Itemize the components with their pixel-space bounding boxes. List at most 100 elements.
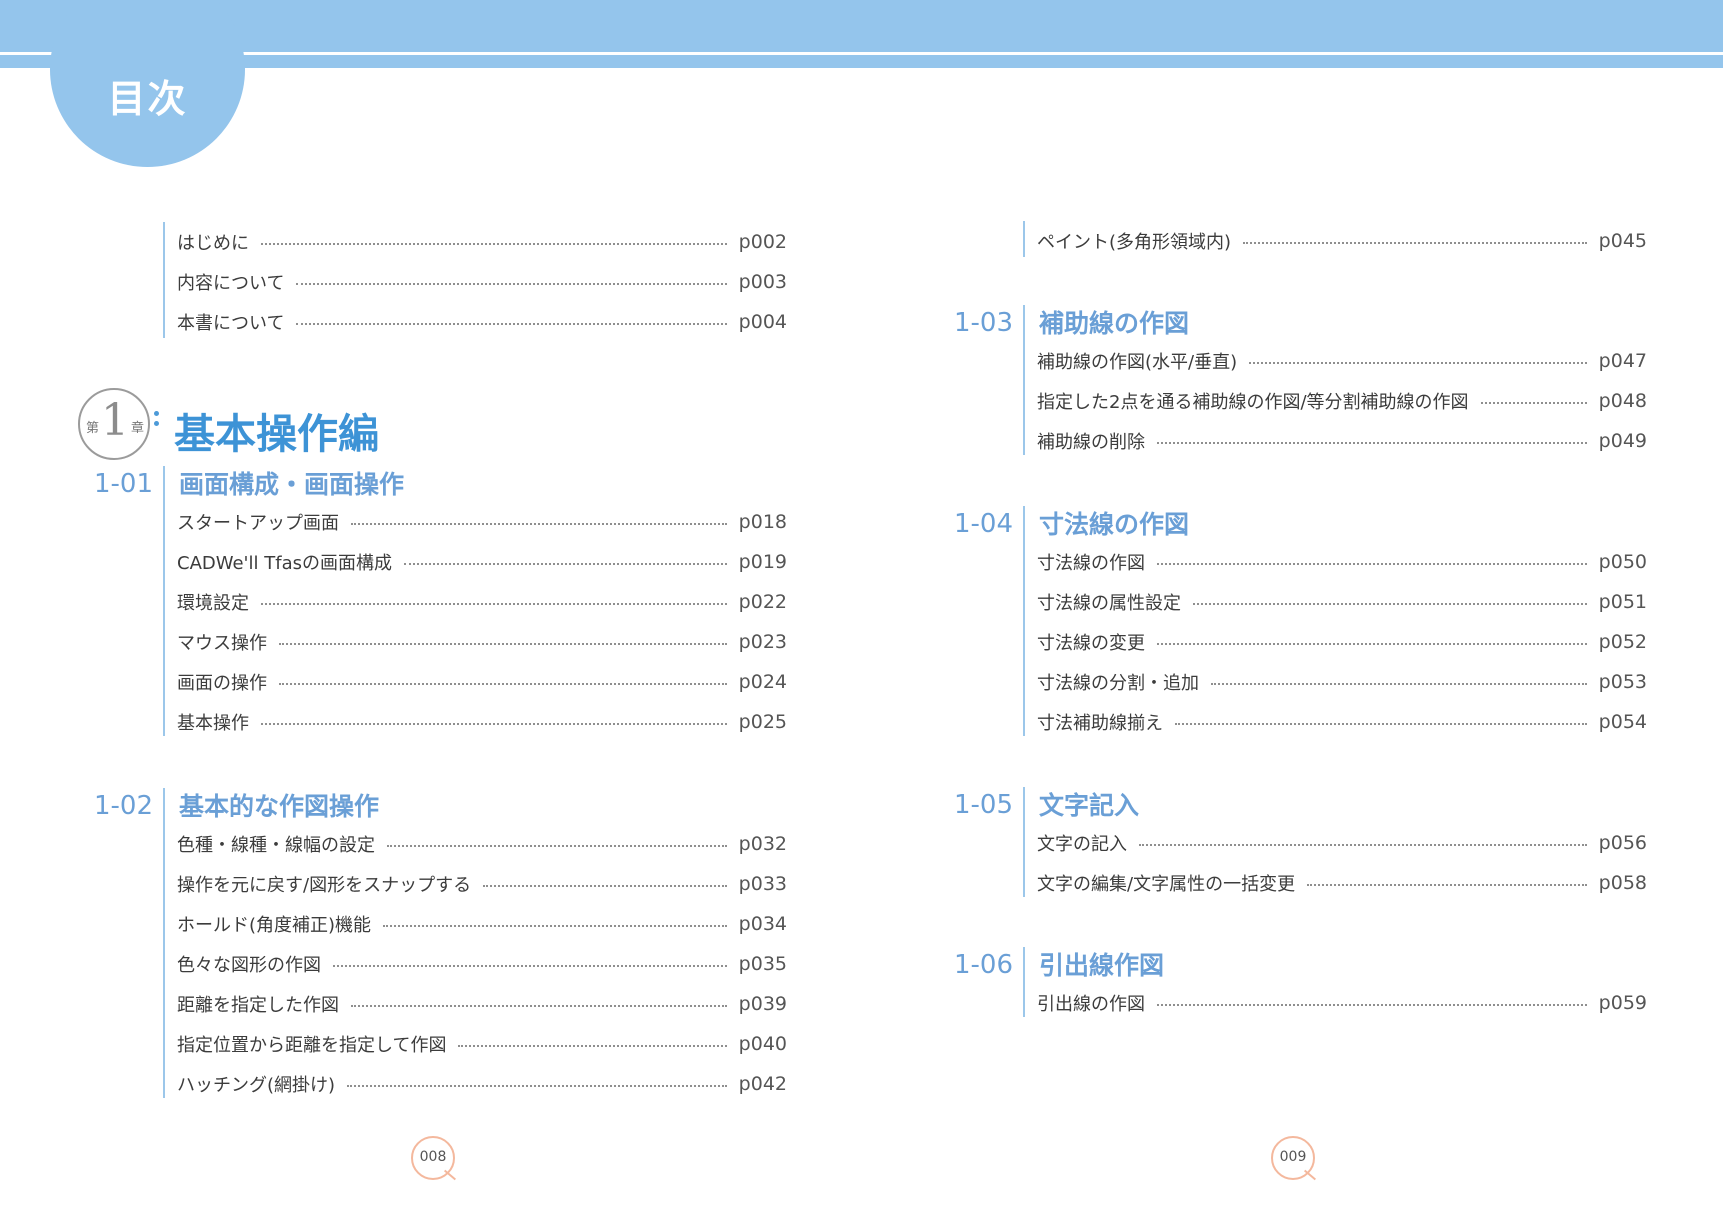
- chapter-suffix: 章: [131, 421, 145, 436]
- entry-page: p054: [1598, 711, 1647, 733]
- toc-entry[interactable]: 寸法線の変更 p052: [1037, 622, 1647, 662]
- leader-dots: [1211, 683, 1587, 685]
- leader-dots: [1249, 362, 1587, 364]
- entry-label: はじめに: [177, 233, 249, 254]
- leader-dots: [1157, 563, 1587, 565]
- entry-page: p040: [738, 1033, 787, 1055]
- toc-entry[interactable]: はじめに p002: [177, 222, 787, 262]
- leader-dots: [387, 845, 727, 847]
- entry-page: p052: [1598, 631, 1647, 653]
- toc-entry[interactable]: スタートアップ画面 p018: [177, 502, 787, 542]
- section-1-06: 引出線作図 引出線の作図 p059: [1023, 947, 1647, 1017]
- toc-entry[interactable]: 文字の記入 p056: [1037, 823, 1647, 863]
- entry-label: スタートアップ画面: [177, 513, 339, 534]
- section-title: 画面構成・画面操作: [179, 470, 405, 499]
- toc-entry[interactable]: ハッチング(網掛け) p042: [177, 1064, 787, 1104]
- entry-label: 文字の記入: [1037, 834, 1127, 855]
- leader-dots: [279, 643, 727, 645]
- page-number-text: 008: [419, 1149, 447, 1165]
- leader-dots: [1307, 884, 1587, 886]
- toc-entry[interactable]: 文字の編集/文字属性の一括変更 p058: [1037, 863, 1647, 903]
- leader-dots: [458, 1045, 727, 1047]
- entry-page: p034: [738, 913, 787, 935]
- toc-entry[interactable]: 本書について p004: [177, 302, 787, 342]
- section-title: 文字記入: [1039, 791, 1140, 820]
- entry-page: p051: [1598, 591, 1647, 613]
- toc-entry[interactable]: 寸法線の属性設定 p051: [1037, 582, 1647, 622]
- toc-entry[interactable]: CADWe'll Tfasの画面構成 p019: [177, 542, 787, 582]
- entry-page: p053: [1598, 671, 1647, 693]
- entry-page: p058: [1598, 872, 1647, 894]
- toc-entry[interactable]: ホールド(角度補正)機能 p034: [177, 904, 787, 944]
- entry-label: 内容について: [177, 273, 285, 294]
- toc-entry[interactable]: 基本操作 p025: [177, 702, 787, 742]
- section-number: 1-05: [953, 790, 1013, 820]
- leader-dots: [1175, 723, 1587, 725]
- leader-dots: [351, 523, 727, 525]
- toc-entry[interactable]: 引出線の作図 p059: [1037, 983, 1647, 1023]
- entry-page: p003: [738, 271, 787, 293]
- toc-entry[interactable]: 指定位置から距離を指定して作図 p040: [177, 1024, 787, 1064]
- entry-label: ホールド(角度補正)機能: [177, 915, 372, 936]
- section-1-03: 補助線の作図 補助線の作図(水平/垂直) p047 指定した2点を通る補助線の作…: [1023, 305, 1647, 455]
- section-number: 1-01: [93, 469, 153, 499]
- leader-dots: [1157, 1004, 1587, 1006]
- page-number-right: 009: [1271, 1136, 1317, 1181]
- entry-label: ペイント(多角形領域内): [1037, 232, 1232, 253]
- leader-dots: [351, 1005, 727, 1007]
- toc-entry[interactable]: 指定した2点を通る補助線の作図/等分割補助線の作図 p048: [1037, 381, 1647, 421]
- entry-page: p024: [738, 671, 787, 693]
- leader-dots: [279, 683, 727, 685]
- chapter-title: 基本操作編: [174, 410, 379, 458]
- section-number: 1-02: [93, 791, 153, 821]
- entry-page: p025: [738, 711, 787, 733]
- leader-dots: [1480, 402, 1587, 404]
- section-number: 1-04: [953, 509, 1013, 539]
- leader-dots: [296, 283, 727, 285]
- entry-page: p033: [738, 873, 787, 895]
- entry-label: 色々な図形の作図: [177, 955, 321, 976]
- toc-entry[interactable]: 内容について p003: [177, 262, 787, 302]
- chapter-prefix: 第: [86, 421, 100, 436]
- toc-entry[interactable]: 寸法線の分割・追加 p053: [1037, 662, 1647, 702]
- toc-entry[interactable]: 環境設定 p022: [177, 582, 787, 622]
- chapter-badge: 第 1 章: [78, 388, 150, 460]
- section-title: 引出線作図: [1039, 951, 1165, 980]
- continued-group: ペイント(多角形領域内) p045: [1023, 221, 1647, 257]
- leader-dots: [403, 563, 727, 565]
- toc-entry[interactable]: 寸法補助線揃え p054: [1037, 702, 1647, 742]
- entry-page: p045: [1598, 230, 1647, 252]
- header-band: [0, 0, 1723, 52]
- entry-label: 基本操作: [177, 713, 249, 734]
- toc-entry[interactable]: 補助線の作図(水平/垂直) p047: [1037, 341, 1647, 381]
- section-title: 基本的な作図操作: [179, 792, 380, 821]
- toc-entry[interactable]: 距離を指定した作図 p039: [177, 984, 787, 1024]
- toc-entry[interactable]: ペイント(多角形領域内) p045: [1037, 221, 1647, 261]
- toc-entry[interactable]: マウス操作 p023: [177, 622, 787, 662]
- toc-entry[interactable]: 色種・線種・線幅の設定 p032: [177, 824, 787, 864]
- entry-page: p042: [738, 1073, 787, 1095]
- entry-label: 寸法線の変更: [1037, 633, 1145, 654]
- intro-group: はじめに p002 内容について p003 本書について p004: [163, 222, 787, 338]
- toc-entry[interactable]: 色々な図形の作図 p035: [177, 944, 787, 984]
- toc-entry[interactable]: 画面の操作 p024: [177, 662, 787, 702]
- entry-label: 補助線の削除: [1037, 432, 1145, 453]
- entry-label: CADWe'll Tfasの画面構成: [177, 553, 392, 574]
- entry-label: 距離を指定した作図: [177, 995, 339, 1016]
- toc-entry[interactable]: 寸法線の作図 p050: [1037, 542, 1647, 582]
- header-band-lower: [0, 55, 1723, 68]
- leader-dots: [261, 243, 727, 245]
- leader-dots: [261, 603, 727, 605]
- entry-page: p039: [738, 993, 787, 1015]
- entry-page: p018: [738, 511, 787, 533]
- toc-entry[interactable]: 補助線の削除 p049: [1037, 421, 1647, 461]
- entry-page: p059: [1598, 992, 1647, 1014]
- toc-entry[interactable]: 操作を元に戻す/図形をスナップする p033: [177, 864, 787, 904]
- entry-label: ハッチング(網掛け): [177, 1075, 336, 1096]
- entry-label: 補助線の作図(水平/垂直): [1037, 352, 1238, 373]
- entry-label: 画面の操作: [177, 673, 267, 694]
- chapter-number: 1: [101, 395, 129, 446]
- page-number-text: 009: [1279, 1149, 1307, 1165]
- entry-page: p002: [738, 231, 787, 253]
- entry-page: p022: [738, 591, 787, 613]
